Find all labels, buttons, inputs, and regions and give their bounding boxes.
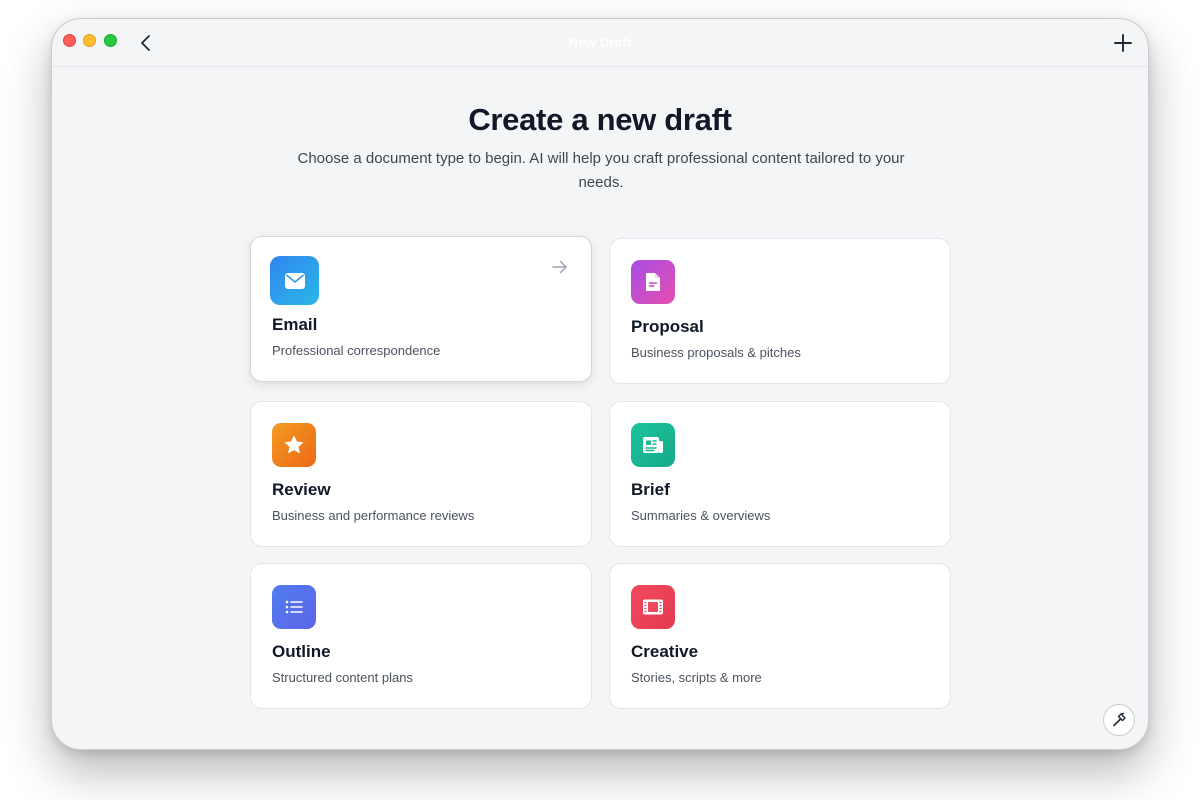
- arrow-right-icon: [552, 260, 567, 274]
- card-email[interactable]: Email Professional correspondence: [250, 236, 592, 382]
- card-title: Creative: [631, 642, 699, 661]
- envelope-icon: [284, 272, 305, 289]
- app-window: New Draft Create a new draft Choose a do…: [51, 18, 1149, 750]
- card-creative[interactable]: Creative Stories, scripts & more: [609, 563, 951, 709]
- list-icon: [285, 600, 303, 614]
- card-description: Structured content plans: [272, 670, 413, 685]
- page-subtitle: Choose a document type to begin. AI will…: [297, 150, 905, 191]
- review-icon-tile: [272, 423, 316, 467]
- card-title: Email: [272, 315, 318, 334]
- window-title: New Draft: [568, 35, 632, 50]
- creative-icon-tile: [631, 585, 675, 629]
- film-icon: [643, 599, 663, 615]
- card-brief[interactable]: Brief Summaries & overviews: [609, 401, 951, 547]
- card-description: Summaries & overviews: [631, 508, 771, 523]
- card-description: Stories, scripts & more: [631, 670, 762, 685]
- newspaper-icon: [643, 437, 663, 453]
- card-review[interactable]: Review Business and performance reviews: [250, 401, 592, 547]
- card-title: Outline: [272, 642, 331, 661]
- card-description: Professional correspondence: [272, 343, 441, 358]
- card-title: Brief: [631, 480, 670, 499]
- new-draft-button[interactable]: [1112, 32, 1134, 54]
- document-icon: [646, 273, 660, 291]
- brief-icon-tile: [631, 423, 675, 467]
- email-icon-tile: [270, 256, 319, 305]
- card-description: Business proposals & pitches: [631, 345, 801, 360]
- hammer-icon: [1113, 712, 1126, 727]
- proposal-icon-tile: [631, 260, 675, 304]
- card-title: Proposal: [631, 317, 704, 336]
- page-title: Create a new draft: [468, 102, 732, 137]
- title-bar: New Draft: [52, 19, 1148, 67]
- star-icon: [285, 436, 303, 454]
- card-title: Review: [272, 480, 331, 499]
- card-outline[interactable]: Outline Structured content plans: [250, 563, 592, 709]
- plus-icon: [1114, 34, 1132, 52]
- outline-icon-tile: [272, 585, 316, 629]
- card-proposal[interactable]: Proposal Business proposals & pitches: [609, 238, 951, 384]
- tools-button[interactable]: [1103, 704, 1135, 736]
- card-description: Business and performance reviews: [272, 508, 475, 523]
